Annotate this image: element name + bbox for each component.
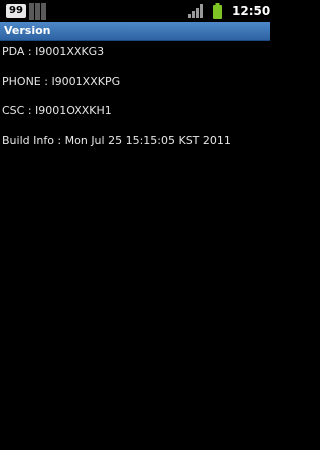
pda-version-text: PDA : I9001XXKG3 [2,45,105,58]
title-bar: Version [0,22,270,41]
csc-version-text: CSC : I9001OXXKH1 [2,104,112,117]
signal-icon [188,4,203,18]
phone-version-text: PHONE : I9001XXKPG [2,75,121,88]
page-title: Version [4,24,51,37]
notification-count: 99 [9,5,23,16]
notification-badge-icon[interactable]: 99 [6,4,26,18]
notification-bars-icon[interactable] [29,3,46,20]
status-bar[interactable]: 99 12:50 [0,0,270,22]
status-clock: 12:50 [232,4,271,18]
build-info-text: Build Info : Mon Jul 25 15:15:05 KST 201… [2,134,231,147]
battery-icon [213,3,222,19]
